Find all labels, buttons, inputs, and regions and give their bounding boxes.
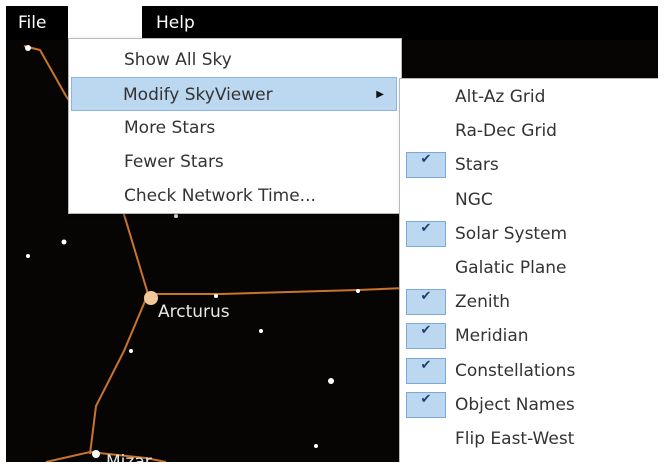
checkmark-icon: ✔ bbox=[406, 289, 446, 316]
menu-file[interactable]: File bbox=[8, 6, 56, 40]
submenu-item-label: Solar System bbox=[455, 223, 568, 244]
menu-bar: File Help bbox=[6, 6, 658, 40]
checkmark-icon: ✔ bbox=[406, 391, 446, 418]
dropdown-menu: Show All Sky Modify SkyViewer ▶ More Sta… bbox=[68, 38, 402, 214]
star[interactable] bbox=[356, 289, 360, 293]
submenu-item-label: Constellations bbox=[455, 360, 576, 381]
submenu-item-label: Object Names bbox=[455, 394, 575, 415]
menu-item-check-network-time[interactable]: Check Network Time... bbox=[69, 179, 401, 213]
menu-item-fewer-stars[interactable]: Fewer Stars bbox=[69, 145, 401, 179]
menu-item-modify-skyviewer[interactable]: Modify SkyViewer ▶ bbox=[71, 77, 397, 111]
submenu-item-stars[interactable]: ✔ Stars bbox=[400, 148, 658, 182]
star[interactable] bbox=[92, 450, 100, 458]
menu-item-label: Modify SkyViewer bbox=[123, 85, 273, 105]
submenu-item-label: NGC bbox=[455, 189, 493, 210]
submenu-item-constellations[interactable]: ✔ Constellations bbox=[400, 354, 658, 388]
menu-item-show-all-sky[interactable]: Show All Sky bbox=[69, 43, 401, 77]
submenu-item-meridian[interactable]: ✔ Meridian bbox=[400, 319, 658, 353]
star[interactable] bbox=[214, 294, 218, 298]
checkmark-icon: ✔ bbox=[406, 152, 446, 179]
skyviewer-window: Arcturus Mizar File Help Show All Sky Mo… bbox=[6, 6, 658, 462]
submenu-item-object-names[interactable]: ✔ Object Names bbox=[400, 388, 658, 422]
submenu-item-alt-az-grid[interactable]: Alt-Az Grid bbox=[400, 80, 658, 114]
submenu-item-label: Flip East-West bbox=[455, 428, 575, 449]
star-label-arcturus: Arcturus bbox=[158, 302, 230, 322]
checkmark-icon: ✔ bbox=[406, 323, 446, 350]
star[interactable] bbox=[259, 329, 263, 333]
submenu-item-flip-east-west[interactable]: Flip East-West bbox=[400, 422, 658, 456]
star[interactable] bbox=[61, 239, 67, 245]
submenu-item-ra-dec-grid[interactable]: Ra-Dec Grid bbox=[400, 114, 658, 148]
menu-item-more-stars[interactable]: More Stars bbox=[69, 111, 401, 145]
triangle-right-icon: ▶ bbox=[376, 89, 384, 100]
constellation-line bbox=[89, 293, 149, 455]
star[interactable] bbox=[174, 214, 178, 218]
submenu-item-label: Ra-Dec Grid bbox=[455, 121, 557, 142]
star[interactable] bbox=[26, 254, 30, 258]
submenu-item-label: Meridian bbox=[455, 326, 529, 347]
submenu-item-ngc[interactable]: NGC bbox=[400, 183, 658, 217]
submenu-list: Alt-Az Grid Ra-Dec Grid ✔ Stars NGC ✔ Solar Sy… bbox=[400, 80, 658, 456]
submenu-item-label: Alt-Az Grid bbox=[455, 87, 546, 107]
submenu-item-label: Galatic Plane bbox=[455, 257, 567, 278]
menu-help[interactable]: Help bbox=[146, 6, 205, 40]
submenu-item-label: Zenith bbox=[455, 292, 511, 313]
star[interactable] bbox=[328, 378, 334, 384]
star[interactable] bbox=[25, 45, 31, 51]
star[interactable] bbox=[314, 444, 318, 448]
bright-star-arcturus[interactable] bbox=[144, 291, 158, 305]
submenu-item-zenith[interactable]: ✔ Zenith bbox=[400, 285, 658, 319]
star[interactable] bbox=[129, 349, 133, 353]
checkmark-icon: ✔ bbox=[406, 220, 446, 247]
checkmark-icon: ✔ bbox=[406, 357, 446, 384]
modify-skyviewer-submenu: Alt-Az Grid Ra-Dec Grid ✔ Stars NGC ✔ Solar Sy… bbox=[399, 78, 658, 462]
menu-open-item[interactable] bbox=[68, 6, 142, 40]
submenu-item-label: Stars bbox=[455, 155, 499, 176]
submenu-item-galatic-plane[interactable]: Galatic Plane bbox=[400, 251, 658, 285]
star-label-mizar: Mizar bbox=[106, 452, 152, 462]
submenu-item-solar-system[interactable]: ✔ Solar System bbox=[400, 217, 658, 251]
